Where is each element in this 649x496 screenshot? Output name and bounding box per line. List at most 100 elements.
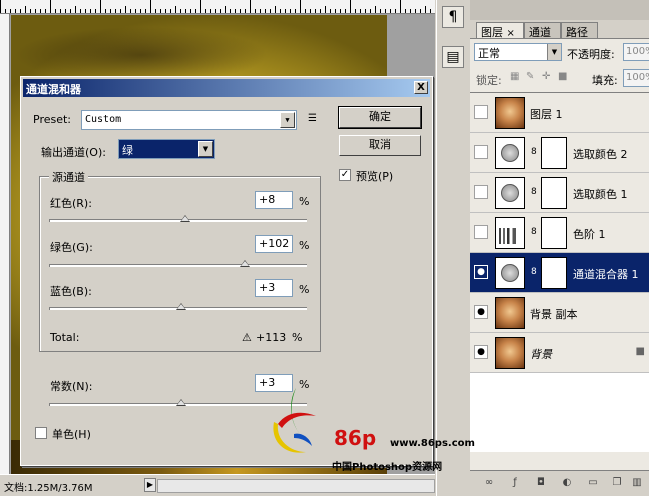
layer-row[interactable]: 图层 1 — [470, 93, 649, 133]
chevron-down-icon[interactable]: ▼ — [547, 44, 561, 60]
ruler-tick — [35, 9, 36, 13]
opacity-input[interactable]: 100% — [623, 43, 649, 61]
green-slider-thumb[interactable] — [240, 260, 250, 267]
delete-layer-icon[interactable]: ▥ — [630, 477, 644, 491]
preview-checkbox[interactable]: ✓ — [339, 169, 351, 181]
ruler-tick — [260, 9, 261, 13]
status-menu-arrow-icon[interactable]: ▶ — [144, 478, 156, 492]
watermark-url: www.86ps.com — [390, 438, 475, 449]
tab-channels[interactable]: 通道 — [524, 22, 561, 39]
levels-histogram-icon — [499, 228, 523, 244]
new-layer-icon[interactable]: ❐ — [610, 477, 624, 491]
ruler-tick — [25, 6, 26, 13]
layer-style-icon[interactable]: ƒ — [508, 477, 522, 491]
ruler-tick — [80, 9, 81, 13]
chevron-down-icon[interactable]: ▼ — [198, 141, 213, 157]
ruler-tick — [385, 9, 386, 13]
link-icon: 8 — [531, 187, 537, 197]
monochrome-label: 单色(H) — [52, 428, 91, 441]
preview-label: 预览(P) — [356, 170, 394, 183]
layer-row[interactable]: 8 色阶 1 — [470, 213, 649, 253]
watermark-site-name: 中国Photoshop资源网 — [332, 462, 443, 473]
output-channel-select[interactable]: 绿 ▼ — [118, 139, 215, 159]
blue-slider-thumb[interactable] — [176, 303, 186, 310]
ruler-tick — [225, 6, 226, 13]
blue-input[interactable]: +3 — [255, 279, 293, 297]
percent-label: % — [299, 239, 310, 252]
monochrome-checkbox[interactable] — [35, 427, 47, 439]
blend-mode-value: 正常 — [478, 47, 500, 60]
preset-label: Preset: — [33, 113, 72, 126]
eye-icon[interactable]: ● — [474, 265, 488, 279]
eye-icon[interactable]: ● — [474, 305, 488, 319]
horizontal-ruler[interactable] — [0, 0, 435, 14]
ruler-tick — [45, 9, 46, 13]
dialog-title-bar[interactable]: 通道混和器 X — [23, 79, 430, 97]
lock-brush-icon[interactable]: ✎ — [526, 71, 538, 83]
preset-options-icon[interactable]: ☰ — [308, 113, 317, 124]
warning-icon: ⚠ — [242, 331, 252, 344]
green-input[interactable]: +102 — [255, 235, 293, 253]
layer-row[interactable]: ● 背景 ■ — [470, 333, 649, 373]
lock-move-icon[interactable]: ✛ — [542, 71, 554, 83]
layer-name: 选取颜色 2 — [573, 148, 628, 161]
fill-input[interactable]: 100% — [623, 69, 649, 87]
document-size-info: 文档:1.25M/3.76M — [4, 483, 93, 494]
tab-layers[interactable]: 图层 × — [476, 22, 524, 39]
visibility-toggle[interactable] — [474, 185, 488, 199]
ruler-tick — [105, 9, 106, 13]
layer-mask-thumbnail[interactable] — [541, 177, 567, 209]
ruler-tick — [170, 9, 171, 13]
close-icon[interactable]: X — [414, 81, 428, 94]
paragraph-icon[interactable]: ¶ — [442, 6, 464, 28]
lock-all-icon[interactable]: ■ — [558, 71, 570, 83]
ruler-tick — [220, 9, 221, 13]
layer-name: 色阶 1 — [573, 228, 606, 241]
blue-label: 蓝色(B): — [50, 285, 92, 298]
visibility-toggle[interactable] — [474, 145, 488, 159]
layer-mask-thumbnail[interactable] — [541, 137, 567, 169]
ruler-tick — [180, 9, 181, 13]
visibility-toggle[interactable] — [474, 105, 488, 119]
ruler-tick — [430, 9, 431, 13]
new-adjustment-icon[interactable]: ◐ — [560, 477, 574, 491]
ruler-tick — [360, 9, 361, 13]
output-channel-value: 绿 — [122, 144, 133, 157]
red-slider-track[interactable] — [49, 219, 307, 222]
lock-transparent-icon[interactable]: ▦ — [510, 71, 522, 83]
chevron-down-icon[interactable]: ▼ — [280, 112, 295, 128]
preset-select[interactable]: Custom ▼ — [81, 110, 297, 130]
green-slider-track[interactable] — [49, 264, 307, 267]
percent-label: % — [299, 195, 310, 208]
layer-row[interactable]: 8 选取颜色 1 — [470, 173, 649, 213]
vertical-ruler[interactable] — [0, 14, 10, 474]
red-input[interactable]: +8 — [255, 191, 293, 209]
layer-mask-thumbnail[interactable] — [541, 257, 567, 289]
ruler-tick — [420, 9, 421, 13]
ruler-tick — [330, 9, 331, 13]
new-group-icon[interactable]: ▭ — [586, 477, 600, 491]
ruler-tick — [95, 9, 96, 13]
constant-slider-thumb[interactable] — [176, 399, 186, 406]
visibility-toggle[interactable] — [474, 225, 488, 239]
layer-row[interactable]: ● 背景 副本 — [470, 293, 649, 333]
blend-mode-select[interactable]: 正常 ▼ — [474, 43, 562, 61]
cancel-button[interactable]: 取消 — [339, 135, 421, 156]
document-icon[interactable]: ▤ — [442, 46, 464, 68]
ruler-tick — [335, 9, 336, 13]
layer-mask-thumbnail[interactable] — [541, 217, 567, 249]
tab-paths[interactable]: 路径 — [561, 22, 598, 39]
horizontal-scrollbar[interactable] — [157, 479, 435, 493]
add-mask-icon[interactable]: ◘ — [534, 477, 548, 491]
layer-row[interactable]: 8 选取颜色 2 — [470, 133, 649, 173]
ok-button[interactable]: 确定 — [338, 106, 422, 129]
red-slider-thumb[interactable] — [180, 215, 190, 222]
watermark-brand: 86p — [334, 426, 377, 450]
ruler-tick — [60, 9, 61, 13]
eye-icon[interactable]: ● — [474, 345, 488, 359]
ruler-tick — [115, 9, 116, 13]
selective-color-icon — [501, 144, 519, 162]
link-layers-icon[interactable]: ∞ — [482, 477, 496, 491]
layer-row-selected[interactable]: ● 8 通道混合器 1 — [470, 253, 649, 293]
ruler-tick — [275, 6, 276, 13]
